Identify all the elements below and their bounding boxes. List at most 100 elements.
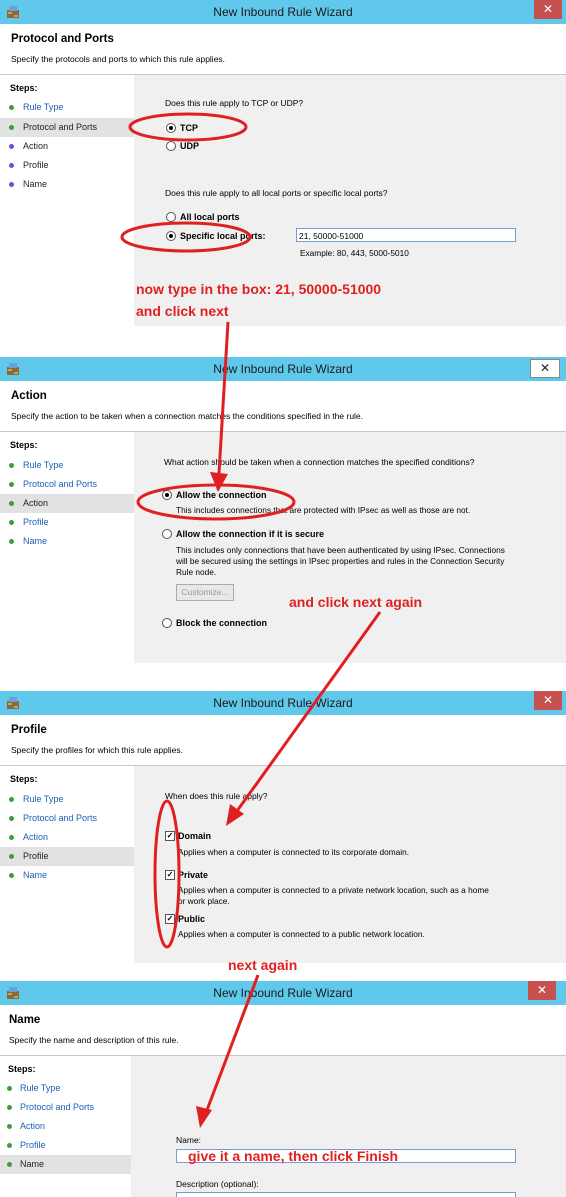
- step-rule-type[interactable]: Rule Type: [0, 98, 134, 117]
- close-button[interactable]: ✕: [534, 0, 562, 19]
- step-label: Rule Type: [23, 460, 64, 470]
- step-status-dot: [9, 163, 14, 168]
- steps-header: Steps:: [10, 440, 38, 450]
- allow-secure-description-2: will be secured using the settings in IP…: [176, 556, 505, 566]
- step-profile[interactable]: Profile: [0, 1136, 131, 1155]
- step-action[interactable]: Action: [0, 137, 134, 156]
- specific-ports-label[interactable]: Specific local ports:: [180, 231, 266, 241]
- title-bar[interactable]: New Inbound Rule Wizard ✕: [0, 981, 566, 1005]
- wizard-header: Name Specify the name and description of…: [0, 1005, 566, 1056]
- window-title: New Inbound Rule Wizard: [213, 5, 353, 19]
- ports-question: Does this rule apply to all local ports …: [165, 188, 388, 198]
- steps-panel: Steps: Rule Type Protocol and Ports Acti…: [0, 432, 134, 663]
- step-rule-type[interactable]: Rule Type: [0, 1079, 131, 1098]
- step-protocol-and-ports[interactable]: Protocol and Ports: [0, 475, 134, 494]
- window-title: New Inbound Rule Wizard: [213, 362, 353, 376]
- steps-panel: Steps: Rule Type Protocol and Ports Acti…: [0, 75, 134, 326]
- step-status-dot: [9, 125, 14, 130]
- wizard-window-protocol: New Inbound Rule Wizard ✕ Protocol and P…: [0, 0, 566, 326]
- ports-input[interactable]: 21, 50000-51000: [296, 228, 516, 242]
- step-profile[interactable]: Profile: [0, 847, 134, 866]
- page-heading: Profile: [11, 724, 47, 736]
- window-title: New Inbound Rule Wizard: [213, 696, 353, 710]
- step-status-dot: [9, 835, 14, 840]
- wizard-content: Steps: Rule Type Protocol and Ports Acti…: [0, 432, 566, 663]
- step-protocol-and-ports[interactable]: Protocol and Ports: [0, 118, 134, 137]
- udp-label[interactable]: UDP: [180, 141, 199, 151]
- step-name[interactable]: Name: [0, 866, 134, 885]
- specific-ports-radio[interactable]: [166, 231, 176, 241]
- allow-description: This includes connections that are prote…: [176, 505, 471, 515]
- all-ports-radio[interactable]: [166, 212, 176, 222]
- close-button[interactable]: ✕: [530, 359, 560, 378]
- step-action[interactable]: Action: [0, 1117, 131, 1136]
- tcp-radio[interactable]: [166, 123, 176, 133]
- page-description: Specify the protocols and ports to which…: [11, 54, 226, 64]
- step-status-dot: [9, 520, 14, 525]
- steps-header: Steps:: [10, 774, 38, 784]
- step-rule-type[interactable]: Rule Type: [0, 790, 134, 809]
- page-heading: Name: [9, 1014, 41, 1026]
- wizard-header: Profile Specify the profiles for which t…: [0, 715, 566, 766]
- step-label: Protocol and Ports: [23, 479, 98, 489]
- step-name[interactable]: Name: [0, 1155, 131, 1174]
- block-radio[interactable]: [162, 618, 172, 628]
- allow-secure-radio[interactable]: [162, 529, 172, 539]
- private-label[interactable]: Private: [178, 870, 208, 880]
- domain-label[interactable]: Domain: [178, 831, 211, 841]
- close-button[interactable]: ✕: [534, 691, 562, 710]
- step-status-dot: [9, 144, 14, 149]
- private-description-2: or work place.: [178, 896, 230, 906]
- step-protocol-and-ports[interactable]: Protocol and Ports: [0, 1098, 131, 1117]
- public-checkbox[interactable]: ✓: [165, 914, 175, 924]
- step-label: Name: [23, 179, 48, 189]
- step-label: Action: [23, 141, 49, 151]
- step-label: Rule Type: [20, 1083, 61, 1093]
- tcp-label[interactable]: TCP: [180, 123, 198, 133]
- step-status-dot: [9, 816, 14, 821]
- description-input[interactable]: [176, 1192, 516, 1197]
- allow-secure-label[interactable]: Allow the connection if it is secure: [176, 529, 324, 539]
- steps-panel: Steps: Rule Type Protocol and Ports Acti…: [0, 766, 134, 963]
- steps-header: Steps:: [10, 83, 38, 93]
- step-status-dot: [9, 797, 14, 802]
- action-question: What action should be taken when a conne…: [164, 457, 475, 467]
- step-label: Profile: [23, 517, 49, 527]
- page-heading: Action: [11, 390, 47, 402]
- domain-description: Applies when a computer is connected to …: [178, 847, 410, 857]
- title-bar[interactable]: New Inbound Rule Wizard ✕: [0, 357, 566, 381]
- udp-radio[interactable]: [166, 141, 176, 151]
- allow-radio[interactable]: [162, 490, 172, 500]
- block-label[interactable]: Block the connection: [176, 618, 267, 628]
- title-bar[interactable]: New Inbound Rule Wizard ✕: [0, 691, 566, 715]
- wizard-window-action: New Inbound Rule Wizard ✕ Action Specify…: [0, 357, 566, 663]
- main-panel: Name: Description (optional):: [132, 1056, 566, 1197]
- step-rule-type[interactable]: Rule Type: [0, 456, 134, 475]
- description-label: Description (optional):: [176, 1179, 259, 1189]
- step-name[interactable]: Name: [0, 532, 134, 551]
- step-label: Profile: [23, 851, 49, 861]
- allow-secure-description-1: This includes only connections that have…: [176, 545, 505, 555]
- public-label[interactable]: Public: [178, 914, 205, 924]
- step-profile[interactable]: Profile: [0, 513, 134, 532]
- step-label: Action: [20, 1121, 46, 1131]
- step-protocol-and-ports[interactable]: Protocol and Ports: [0, 809, 134, 828]
- step-profile[interactable]: Profile: [0, 156, 134, 175]
- title-bar[interactable]: New Inbound Rule Wizard ✕: [0, 0, 566, 24]
- step-action[interactable]: Action: [0, 828, 134, 847]
- wizard-header: Protocol and Ports Specify the protocols…: [0, 24, 566, 75]
- allow-label[interactable]: Allow the connection: [176, 490, 267, 500]
- step-label: Name: [23, 536, 48, 546]
- all-ports-label[interactable]: All local ports: [180, 212, 240, 222]
- customize-button[interactable]: Customize...: [176, 584, 234, 601]
- wizard-header: Action Specify the action to be taken wh…: [0, 381, 566, 432]
- step-name[interactable]: Name: [0, 175, 134, 194]
- step-status-dot: [9, 105, 14, 110]
- wizard-content: Steps: Rule Type Protocol and Ports Acti…: [0, 766, 566, 963]
- close-button[interactable]: ✕: [528, 981, 556, 1000]
- domain-checkbox[interactable]: ✓: [165, 831, 175, 841]
- step-label: Profile: [20, 1140, 46, 1150]
- step-status-dot: [9, 854, 14, 859]
- private-checkbox[interactable]: ✓: [165, 870, 175, 880]
- step-action[interactable]: Action: [0, 494, 134, 513]
